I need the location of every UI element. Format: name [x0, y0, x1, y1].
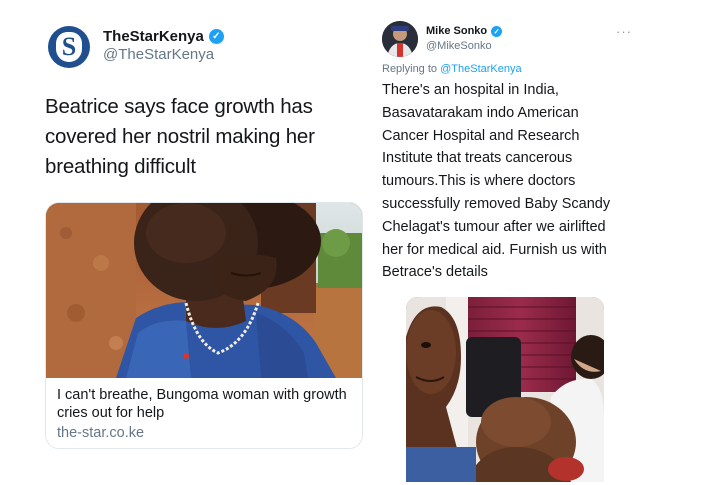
left-tweet: S TheStarKenya ✓ @TheStarKenya Beatrice …: [0, 0, 368, 485]
more-options-icon[interactable]: ···: [616, 24, 632, 39]
author-handle[interactable]: @MikeSonko: [426, 40, 492, 52]
reply-prefix: Replying to: [382, 63, 438, 75]
avatar-letter: S: [61, 32, 77, 61]
mikesonko-avatar[interactable]: [382, 21, 418, 57]
verified-badge-icon: ✓: [208, 29, 224, 44]
author-name-row: TheStarKenya ✓: [103, 28, 224, 45]
card-title[interactable]: I can't breathe, Bungoma woman with grow…: [57, 386, 357, 422]
author-name-row: Mike Sonko ✓: [426, 25, 503, 37]
replying-to: Replying to @TheStarKenya: [382, 63, 522, 75]
card-meta: I can't breathe, Bungoma woman with grow…: [57, 386, 357, 442]
tweet-text: There's an hospital in India, Basavatara…: [382, 82, 611, 281]
card-domain: the-star.co.ke: [57, 425, 145, 441]
card-image[interactable]: [46, 203, 362, 378]
link-preview-card[interactable]: I can't breathe, Bungoma woman with grow…: [45, 202, 363, 449]
author-handle[interactable]: @TheStarKenya: [103, 46, 214, 63]
tweet-image[interactable]: [406, 297, 604, 482]
verified-badge-icon: ✓: [491, 25, 503, 37]
right-tweet: Mike Sonko ✓ @MikeSonko ··· Replying to …: [368, 0, 720, 485]
author-display-name[interactable]: TheStarKenya: [103, 28, 204, 45]
star-logo-icon: S: [56, 32, 82, 62]
author-display-name[interactable]: Mike Sonko: [426, 25, 487, 37]
reply-mention-link[interactable]: @TheStarKenya: [440, 63, 522, 75]
tweet-text: Beatrice says face growth has covered he…: [45, 95, 315, 178]
thestarkenya-avatar[interactable]: S: [48, 26, 90, 68]
